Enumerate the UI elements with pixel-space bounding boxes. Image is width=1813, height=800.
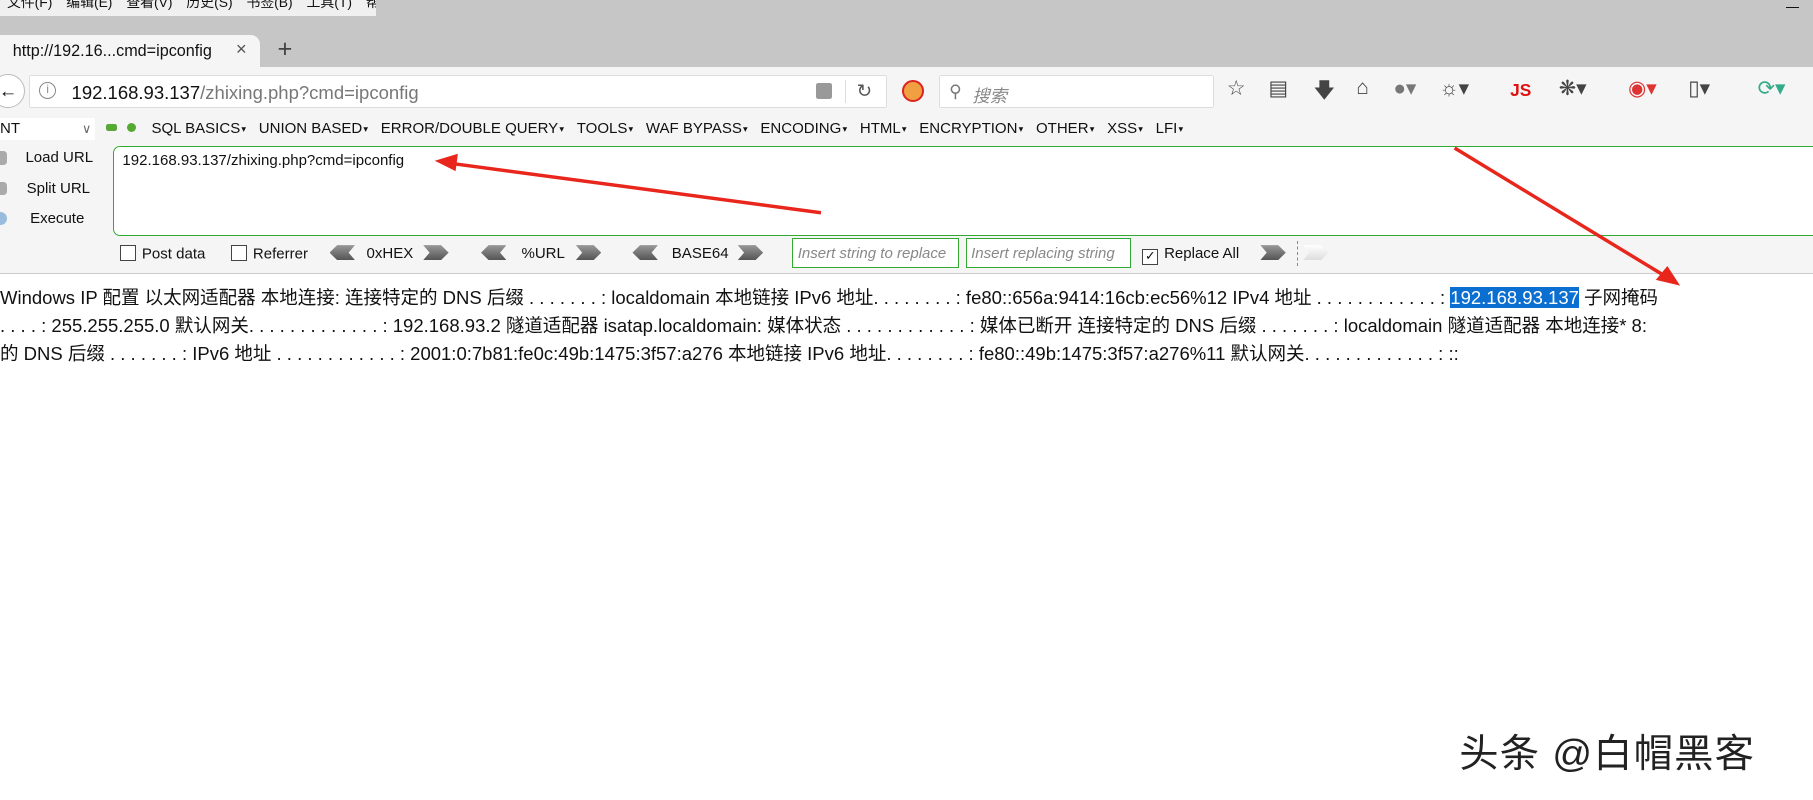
annotation-arrow-url xyxy=(448,161,822,215)
arrowhead xyxy=(434,153,458,172)
arrowhead xyxy=(1655,265,1681,286)
annotation-arrows xyxy=(434,146,1681,286)
watermark: 头条 @白帽黑客 xyxy=(1459,731,1756,776)
annotation-arrow-ip xyxy=(1453,146,1669,279)
browser-window: 文件(F)编辑(E)查看(V)历史(S)书签(B)工具(T)帮助(H) http… xyxy=(0,0,1813,800)
